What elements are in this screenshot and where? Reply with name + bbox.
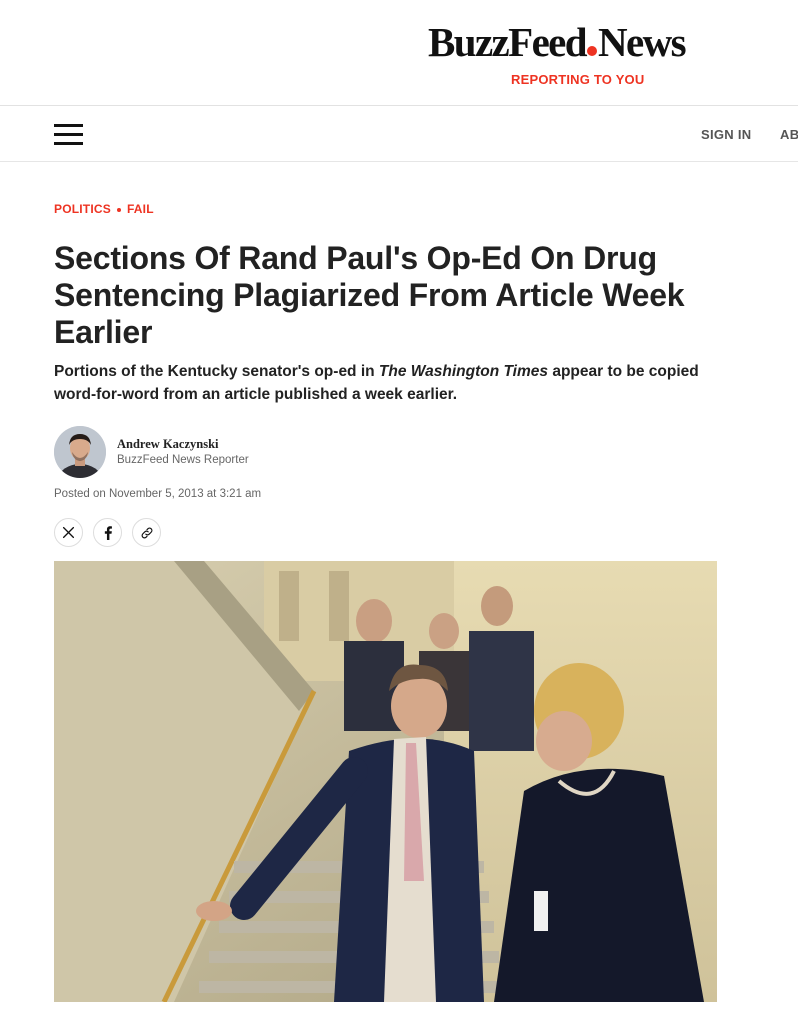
author-avatar[interactable]	[54, 426, 106, 478]
link-icon	[141, 527, 152, 538]
category-link-politics[interactable]: POLITICS	[54, 202, 111, 216]
category-link-fail[interactable]: FAIL	[127, 202, 154, 216]
tagline: REPORTING TO YOU	[511, 72, 645, 87]
author-role: BuzzFeed News Reporter	[117, 454, 249, 466]
author-name[interactable]: Andrew Kaczynski	[117, 437, 219, 452]
posted-date: Posted on November 5, 2013 at 3:21 am	[54, 488, 262, 500]
dek-publication: The Washington Times	[378, 363, 549, 380]
hero-photo	[54, 561, 717, 1002]
hero-photo-illustration	[54, 561, 717, 1002]
article-headline: Sections Of Rand Paul's Op-Ed On Drug Se…	[54, 240, 685, 350]
facebook-icon	[104, 525, 112, 540]
menu-line	[54, 133, 83, 136]
about-link[interactable]: AB	[780, 127, 798, 142]
buzzfeed-news-logo[interactable]: BuzzFeed News	[428, 19, 687, 65]
dek-text-start: Portions of the Kentucky senator's op-ed…	[54, 363, 379, 380]
author-avatar-image	[54, 426, 106, 478]
menu-line	[54, 124, 83, 127]
share-facebook-button[interactable]	[93, 518, 122, 547]
hamburger-menu-icon[interactable]	[54, 124, 83, 146]
logo-dot	[587, 46, 597, 56]
share-link-button[interactable]	[132, 518, 161, 547]
breadcrumb-separator	[116, 207, 121, 212]
breadcrumb: POLITICS FAIL	[54, 202, 154, 216]
nav-bar: SIGN IN AB	[0, 106, 798, 162]
sign-in-link[interactable]: SIGN IN	[701, 127, 752, 142]
logo-text-part2: News	[598, 19, 687, 65]
logo-text-part1: BuzzFeed	[428, 19, 588, 65]
menu-line	[54, 142, 83, 145]
site-header: BuzzFeed News REPORTING TO YOU	[0, 0, 798, 106]
article-dek: Portions of the Kentucky senator's op-ed…	[54, 360, 734, 406]
x-twitter-icon	[62, 526, 75, 539]
share-x-button[interactable]	[54, 518, 83, 547]
